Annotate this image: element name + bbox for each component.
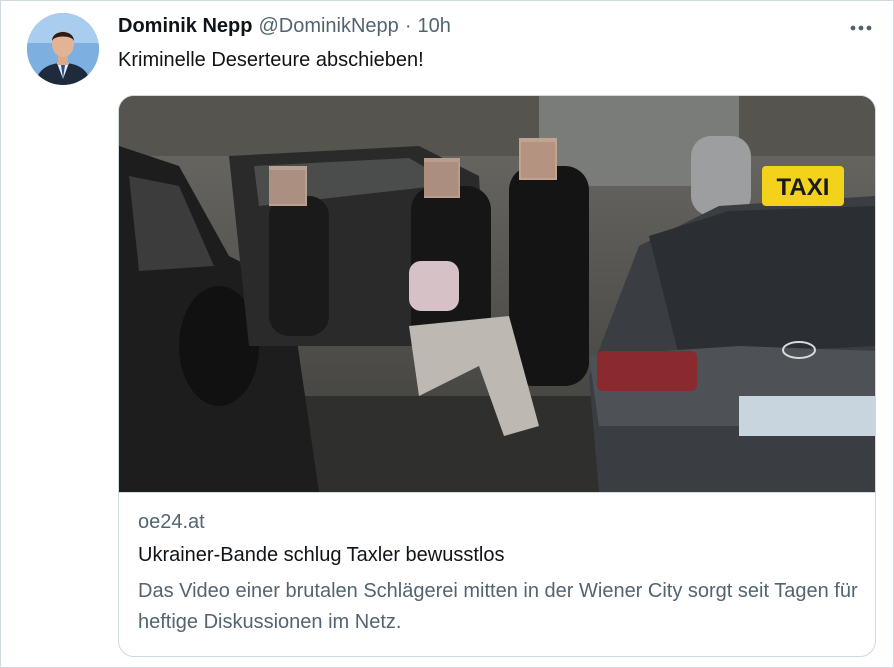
tweet-header: Dominik Nepp @DominikNepp · 10h [118, 15, 451, 43]
card-body[interactable]: oe24.at Ukrainer-Bande schlug Taxler bew… [119, 492, 875, 656]
more-options-button[interactable] [847, 15, 875, 41]
more-horizontal-icon [850, 25, 872, 31]
street-scene-image: TAXI [119, 96, 875, 492]
author-name[interactable]: Dominik Nepp [118, 15, 252, 38]
card-description: Das Video einer brutalen Schlägerei mitt… [138, 580, 858, 633]
card-domain: oe24.at [138, 511, 205, 533]
tweet-timestamp[interactable]: 10h [417, 15, 450, 38]
taxi-sign-text: TAXI [777, 174, 830, 201]
tweet-container[interactable]: Dominik Nepp @DominikNepp · 10h Kriminel… [0, 0, 894, 668]
link-card[interactable]: TAXI oe24.at Ukrainer-Bande schlug Taxle… [118, 95, 876, 657]
tweet-text: Kriminelle Deserteure abschieben! [118, 49, 424, 71]
author-handle[interactable]: @DominikNepp [258, 15, 398, 38]
card-title: Ukrainer-Bande schlug Taxler bewusstlos [138, 544, 505, 566]
avatar-image [27, 13, 99, 85]
avatar[interactable] [27, 13, 99, 85]
separator-dot: · [404, 15, 412, 37]
card-image[interactable]: TAXI [119, 96, 875, 492]
